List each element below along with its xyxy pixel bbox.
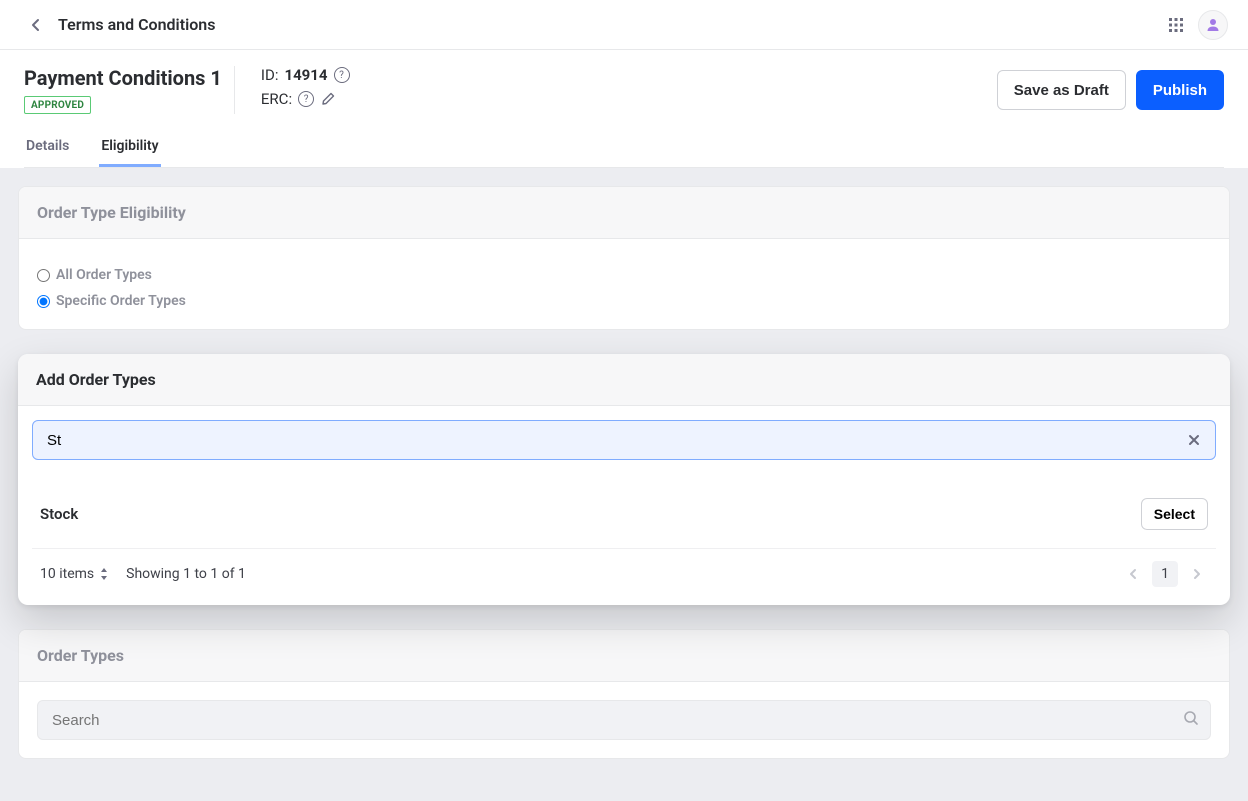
result-list: Stock Select xyxy=(18,474,1230,549)
back-icon[interactable] xyxy=(28,17,44,33)
pager-right: 1 xyxy=(1122,561,1208,587)
edit-icon[interactable] xyxy=(320,91,336,107)
body-wrap: Order Type Eligibility All Order Types S… xyxy=(0,168,1248,801)
publish-button[interactable]: Publish xyxy=(1136,70,1224,110)
help-icon[interactable]: ? xyxy=(298,91,314,107)
order-types-filter-input[interactable] xyxy=(37,700,1211,740)
meta-block: ID: 14914 ? ERC: ? xyxy=(255,66,350,108)
panel-header: Order Type Eligibility xyxy=(19,187,1229,239)
showing-label: Showing 1 to 1 of 1 xyxy=(126,566,246,582)
meta-erc-label: ERC: xyxy=(261,90,292,108)
result-name: Stock xyxy=(40,505,78,523)
save-draft-button[interactable]: Save as Draft xyxy=(997,70,1126,110)
search-wrap xyxy=(18,406,1230,460)
radio-group: All Order Types Specific Order Types xyxy=(37,257,1211,311)
help-icon[interactable]: ? xyxy=(334,67,350,83)
tab-eligibility[interactable]: Eligibility xyxy=(99,128,160,167)
page-title: Payment Conditions 1 xyxy=(24,66,222,90)
meta-id-row: ID: 14914 ? xyxy=(261,66,350,84)
items-label: 10 items xyxy=(40,566,94,582)
avatar[interactable] xyxy=(1198,10,1228,40)
radio-specific-order-types[interactable]: Specific Order Types xyxy=(37,293,1211,309)
result-row: Stock Select xyxy=(32,480,1216,549)
radio-input-specific[interactable] xyxy=(37,295,50,308)
status-badge: APPROVED xyxy=(24,96,91,114)
radio-input-all[interactable] xyxy=(37,269,50,282)
order-type-search-input[interactable] xyxy=(32,420,1216,460)
panel-title: Order Type Eligibility xyxy=(37,203,1211,222)
search-icon xyxy=(1183,710,1199,730)
radio-all-order-types[interactable]: All Order Types xyxy=(37,267,1211,283)
pager: 10 items Showing 1 to 1 of 1 1 xyxy=(18,549,1230,605)
tab-list: Details Eligibility xyxy=(24,128,1224,168)
radio-label: All Order Types xyxy=(56,267,152,283)
prev-page-button[interactable] xyxy=(1122,563,1144,585)
sort-icon xyxy=(100,568,108,580)
breadcrumb-title: Terms and Conditions xyxy=(58,15,215,34)
tabs: Details Eligibility xyxy=(0,128,1248,168)
top-right xyxy=(1168,10,1228,40)
header-right: Save as Draft Publish xyxy=(997,70,1224,110)
page-number[interactable]: 1 xyxy=(1152,561,1178,587)
radio-label: Specific Order Types xyxy=(56,293,186,309)
top-left: Terms and Conditions xyxy=(28,15,215,34)
meta-erc-row: ERC: ? xyxy=(261,90,350,108)
next-page-button[interactable] xyxy=(1186,563,1208,585)
apps-icon[interactable] xyxy=(1168,17,1184,33)
panel-header: Add Order Types xyxy=(18,354,1230,406)
pager-left: 10 items Showing 1 to 1 of 1 xyxy=(40,566,246,582)
tab-details[interactable]: Details xyxy=(24,128,71,167)
header-left: Payment Conditions 1 APPROVED ID: 14914 … xyxy=(24,66,350,114)
meta-id-label: ID: xyxy=(261,66,279,84)
panel-title: Order Types xyxy=(37,646,1211,665)
plain-search-wrap xyxy=(37,700,1211,740)
order-type-eligibility-panel: Order Type Eligibility All Order Types S… xyxy=(18,186,1230,330)
panel-body: All Order Types Specific Order Types xyxy=(19,239,1229,329)
select-button[interactable]: Select xyxy=(1141,498,1208,530)
panel-title: Add Order Types xyxy=(36,370,1212,389)
plain-search xyxy=(37,700,1211,740)
clear-icon[interactable] xyxy=(1180,426,1208,454)
order-types-panel: Order Types xyxy=(18,629,1230,759)
add-order-types-panel: Add Order Types Stock Select 10 items xyxy=(18,354,1230,605)
top-bar: Terms and Conditions xyxy=(0,0,1248,50)
header-row: Payment Conditions 1 APPROVED ID: 14914 … xyxy=(0,50,1248,114)
title-block: Payment Conditions 1 APPROVED xyxy=(24,66,235,114)
panel-body xyxy=(19,682,1229,758)
items-per-page-dropdown[interactable]: 10 items xyxy=(40,566,108,582)
search-input-wrap xyxy=(32,420,1216,460)
meta-id-value: 14914 xyxy=(284,66,327,84)
panel-header: Order Types xyxy=(19,630,1229,682)
